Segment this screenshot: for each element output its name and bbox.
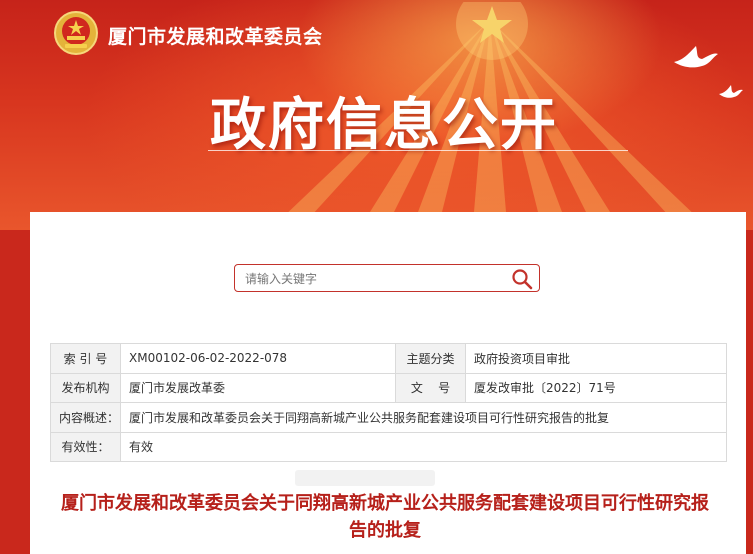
table-row: 内容概述： 厦门市发展和改革委员会关于同翔高新城产业公共服务配套建设项目可行性研… [50, 402, 727, 433]
document-metadata-table: 索 引 号 XM00102-06-02-2022-078 主题分类 政府投资项目… [50, 343, 727, 462]
dove-icon [674, 46, 718, 68]
publisher-label: 发布机构 [50, 372, 121, 403]
search-box [234, 264, 540, 292]
summary-label: 内容概述： [50, 402, 121, 433]
title-underline [208, 150, 628, 151]
national-emblem-icon [54, 11, 98, 55]
topic-label: 主题分类 [395, 343, 466, 374]
table-row: 有效性： 有效 [50, 431, 727, 462]
site-name[interactable]: 厦门市发展和改革委员会 [108, 22, 323, 49]
validity-label: 有效性： [50, 431, 121, 462]
watermark-decoration [295, 470, 435, 486]
search-input[interactable] [243, 269, 507, 289]
dove-icon [719, 85, 743, 98]
validity-value: 有效 [120, 431, 727, 462]
table-row: 索 引 号 XM00102-06-02-2022-078 主题分类 政府投资项目… [50, 343, 727, 374]
docno-label: 文 号 [395, 372, 466, 403]
search-icon[interactable] [511, 268, 533, 290]
page-title: 政府信息公开 [210, 93, 558, 158]
document-title: 厦门市发展和改革委员会关于同翔高新城产业公共服务配套建设项目可行性研究报告的批复 [61, 493, 709, 541]
summary-value: 厦门市发展和改革委员会关于同翔高新城产业公共服务配套建设项目可行性研究报告的批复 [120, 402, 727, 433]
publisher-value: 厦门市发展改革委 [120, 372, 396, 403]
index-label: 索 引 号 [50, 343, 121, 374]
docno-value: 厦发改审批〔2022〕71号 [465, 372, 727, 403]
header-banner: 厦门市发展和改革委员会 政府信息公开 [0, 0, 753, 230]
table-row: 发布机构 厦门市发展改革委 文 号 厦发改审批〔2022〕71号 [50, 372, 727, 403]
topic-value: 政府投资项目审批 [465, 343, 727, 374]
index-value: XM00102-06-02-2022-078 [120, 343, 396, 374]
star-icon [456, 2, 528, 60]
